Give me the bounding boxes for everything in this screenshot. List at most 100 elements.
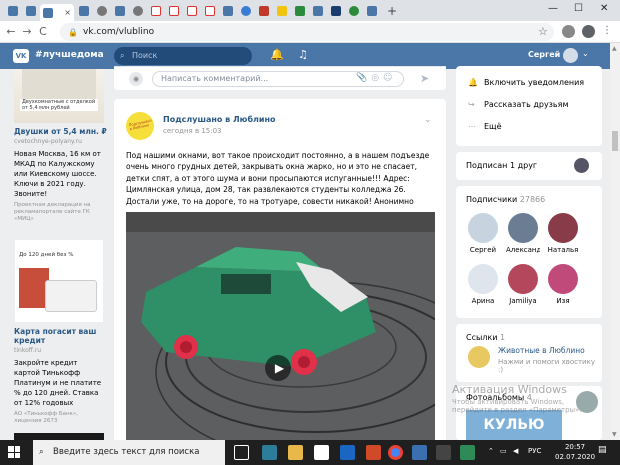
notification-center-icon[interactable]: ▤ [598,445,607,455]
task-view-icon[interactable] [234,445,249,460]
tab[interactable] [165,3,182,18]
subscriber-name[interactable]: Наталья [546,246,580,254]
reload-button[interactable]: C [35,25,51,38]
album-cover[interactable]: КУЛЬЮ [466,410,562,440]
ad-domain[interactable]: tinkoff.ru [14,347,108,354]
play-button[interactable]: ▶ [265,355,291,381]
links-title[interactable]: Ссылки 1 [466,333,505,342]
back-button[interactable]: ← [3,25,19,38]
taskbar-clock[interactable]: 20:57 02.07.2020 [555,442,595,462]
subscriber-name[interactable]: Александ... [506,246,540,254]
subscriber-name[interactable]: Jamiliya [506,297,540,305]
tab[interactable] [309,3,326,18]
page-scrollbar[interactable]: ▲ ▼ [610,43,620,440]
minimize-button[interactable]: — [548,3,558,14]
tab[interactable] [237,3,254,18]
app-icon[interactable] [460,445,475,460]
tab-active[interactable]: × [40,4,74,21]
post-video[interactable]: ▶ [126,212,435,444]
more-link[interactable]: ⋯ Ещё [468,122,502,131]
start-windows-icon[interactable] [8,446,20,458]
link-avatar[interactable] [468,346,490,368]
bookmark-star-icon[interactable]: ☆ [538,25,548,38]
tab[interactable] [129,3,146,18]
friend-subscribed-card[interactable]: Подписан 1 друг [456,152,602,180]
send-icon[interactable]: ➤ [420,72,429,85]
new-tab-button[interactable]: + [385,4,399,18]
tab[interactable] [345,3,362,18]
vk-logo[interactable]: VK [13,49,29,63]
tab[interactable] [291,3,308,18]
tab[interactable] [111,3,128,18]
music-icon[interactable]: ♫ [298,48,308,61]
ad-image[interactable]: До 120 дней без % [14,239,104,323]
tab[interactable] [75,3,92,18]
attach-icons[interactable]: 📎◎☺ [356,73,396,83]
subscriber[interactable]: Изя [546,264,580,305]
tab[interactable] [22,3,39,18]
tab[interactable] [363,3,380,18]
scroll-up-icon[interactable]: ▲ [612,45,617,52]
store-icon[interactable] [314,445,329,460]
group-name[interactable]: Подслушано в Люблино [163,115,276,124]
forward-button[interactable]: → [19,25,35,38]
subscriber-avatar[interactable] [548,264,578,294]
menu-dots-icon[interactable]: ⋮ [602,25,615,38]
subscribers-title[interactable]: Подписчики 27866 [466,195,545,204]
tab[interactable] [147,3,164,18]
tab[interactable] [201,3,218,18]
tab[interactable] [219,3,236,18]
tab[interactable] [4,3,21,18]
user-name[interactable]: Сергей [528,50,560,59]
subscriber[interactable]: Сергей [466,213,500,254]
subscriber-avatar[interactable] [468,213,498,243]
chevron-down-icon[interactable]: ⌄ [582,49,589,58]
maximize-button[interactable]: ☐ [574,3,583,14]
volume-icon[interactable]: ◀ [513,447,518,455]
ad-block[interactable]: Двухкомнатные с отделкой от 5,4 млн рубл… [8,69,108,223]
folder-icon[interactable] [288,445,303,460]
address-bar[interactable]: 🔒 vk.com/vlublino [60,23,554,41]
subscriber[interactable]: Александ... [506,213,540,254]
tab[interactable] [327,3,344,18]
app-icon[interactable] [412,445,427,460]
app-icon[interactable] [366,445,381,460]
post-time[interactable]: сегодня в 15:03 [163,127,222,135]
taskbar-search-input[interactable]: ⌕ Введите здесь текст для поиска [33,440,225,465]
app-icon[interactable] [436,445,451,460]
subscriber-name[interactable]: Изя [546,297,580,305]
tab[interactable] [255,3,272,18]
mail-icon[interactable] [340,445,355,460]
extension-icon[interactable] [562,25,575,38]
subscriber-avatar[interactable] [468,264,498,294]
camera-icon[interactable]: ◉ [129,72,143,86]
ad-image[interactable]: Двухкомнатные с отделкой от 5,4 млн рубл… [14,69,104,123]
tab[interactable] [273,3,290,18]
notifications-bell-icon[interactable]: 🔔 [270,48,284,61]
tray-up-icon[interactable]: ⌃ [488,447,494,455]
subscriber-avatar[interactable] [548,213,578,243]
ad-domain[interactable]: cvetochnye-polyany.ru [14,138,108,145]
ad-title[interactable]: Двушки от 5,4 млн. ₽ [14,127,108,136]
vk-search-input[interactable]: ⌕ Поиск [114,47,252,65]
profile-icon[interactable] [582,25,595,38]
subscriber-name[interactable]: Арина [466,297,500,305]
group-avatar[interactable]: Подслушано в Люблино [126,112,154,140]
link-name[interactable]: Животные в Люблино [498,346,585,355]
close-window-button[interactable]: ✕ [600,3,608,14]
subscriber-name[interactable]: Сергей [466,246,500,254]
friend-avatar[interactable] [574,158,589,173]
notifications-link[interactable]: 🔔 Включить уведомления [468,78,584,87]
subscriber-avatar[interactable] [508,213,538,243]
network-icon[interactable]: ▭ [500,447,507,455]
ad-title[interactable]: Карта погасит ваш кредит [14,327,108,345]
share-link[interactable]: ↪ Рассказать друзьям [468,100,569,109]
language-indicator[interactable]: РУС [528,447,541,455]
subscriber[interactable]: Наталья [546,213,580,254]
vk-slogan[interactable]: #лучшедома [35,50,104,60]
tab-close-icon[interactable]: × [64,8,71,17]
user-avatar[interactable] [563,48,578,63]
app-icon[interactable] [262,445,277,460]
scroll-down-icon[interactable]: ▼ [612,431,617,438]
subscriber-avatar[interactable] [508,264,538,294]
